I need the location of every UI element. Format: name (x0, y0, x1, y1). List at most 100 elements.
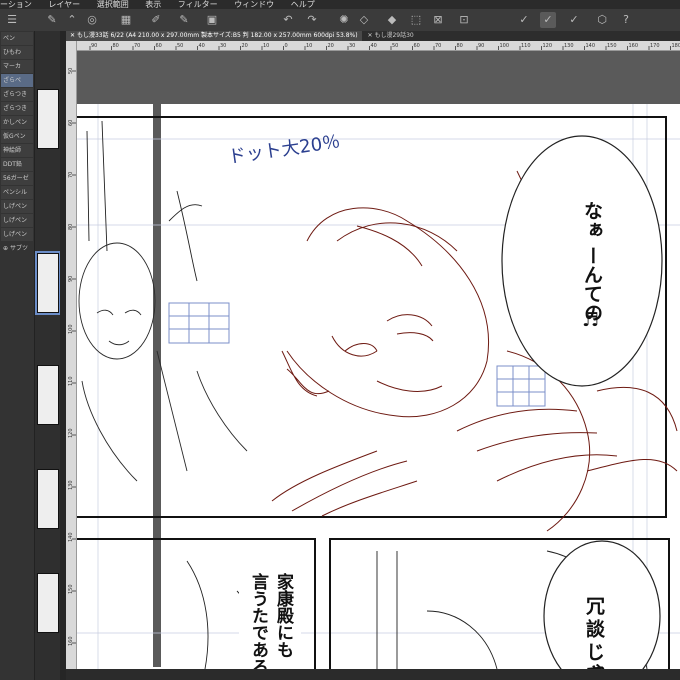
horizontal-ruler: 90 80 70 60 50 40 30 20 10 0 10 20 30 40 50 60 70 80 90 100… (76, 41, 680, 51)
brush-item[interactable]: しげペン (1, 228, 33, 241)
page-thumbnail-strip (35, 31, 61, 680)
ruler-tick-label: 140 (68, 532, 74, 542)
select-icon[interactable]: ⬚ (408, 12, 424, 28)
ruler-tick-label: 50 (392, 43, 398, 49)
page-thumbnail-current[interactable] (35, 251, 61, 315)
brush-item[interactable]: 神絵師 (1, 144, 33, 157)
document-tab-active[interactable]: ✕ もし漫33話 6/22 (A4 210.00 x 297.00mm 製本サイ… (66, 31, 362, 41)
new-canvas-icon[interactable]: ✎ (44, 12, 60, 28)
add-subtool-label: サブツ (9, 245, 28, 252)
page-thumbnail[interactable] (37, 573, 59, 633)
ruler-tick-label: 50 (68, 68, 74, 74)
ruler-tick-label: 100 (500, 43, 510, 49)
ruler-tick-label: 60 (68, 120, 74, 126)
ruler-tick-label: 20 (328, 43, 334, 49)
ruler-tick-label: 110 (521, 43, 531, 49)
speech-line: 談 (583, 618, 605, 639)
menu-icon[interactable]: ☰ (4, 12, 20, 28)
pen-tool-icon[interactable]: ✓ (540, 12, 556, 28)
ruler-tick-label: 120 (543, 43, 553, 49)
ruler-tick-label: 90 (68, 276, 74, 282)
menu-item[interactable]: 選択範囲 (97, 0, 129, 9)
brush-item[interactable]: ペン (1, 32, 33, 45)
speech-line: 冗 (583, 596, 605, 616)
menu-item[interactable]: 表示 (145, 0, 161, 9)
redo-icon[interactable]: ↷ (304, 12, 320, 28)
ruler-tick-label: 60 (156, 43, 162, 49)
ruler-tick-label: 110 (68, 376, 74, 386)
ruler-tick-labels: 50 60 70 80 90 100 110 120 130 140 150 160 (68, 68, 76, 646)
menu-item[interactable]: レイヤー (48, 0, 80, 9)
brush-item[interactable]: しげペン (1, 200, 33, 213)
subtool-palette: ペン ひもわ マーカ ざらペ ざらつき ざらつき かしペン 仮Gペン 神絵師 D… (0, 31, 35, 680)
ruler-tick-label: 70 (68, 172, 74, 178)
cube-icon[interactable]: ⬡ (594, 12, 610, 28)
page-thumbnail[interactable] (37, 89, 59, 149)
ruler-icon[interactable]: ⊡ (456, 12, 472, 28)
ruler-tick-label: 140 (586, 43, 596, 49)
brush-item[interactable]: ひもわ (1, 46, 33, 59)
brush-item[interactable]: 56ガーゼ (1, 172, 33, 185)
palette-icon[interactable]: ◎ (84, 12, 100, 28)
speech-line: なぁ (581, 201, 603, 239)
ruler-tick-label: 70 (134, 43, 140, 49)
vertical-ruler: 50 60 70 80 90 100 110 120 130 140 150 160 (66, 41, 77, 680)
brush-item[interactable]: DDT鉛 (1, 158, 33, 171)
ruler-tick-label: 30 (349, 43, 355, 49)
add-subtool-button[interactable]: ⊕ サブツ (1, 242, 33, 255)
ruler-tick-labels: 90 80 70 60 50 40 30 20 10 0 10 20 30 40 50 60 70 80 90 100… (89, 43, 680, 50)
drawing-canvas[interactable]: ドット大20％ なぁ ーんての ♬ 冗 談 じゃ て 家康殿にも 言うたであろう (77, 51, 680, 669)
ruler-tick-label: 80 (113, 43, 119, 49)
brush-item[interactable]: ざらつき (1, 102, 33, 115)
undo-icon[interactable]: ↶ (280, 12, 296, 28)
spark-icon[interactable]: ✺ (336, 12, 352, 28)
command-bar: ☰ ✎ ⌃ ◎ ▦ ✐ ✎ ▣ ↶ ↷ ✺ ◇ ◆ ⬚ ⊠ ⊡ ✓ ✓ ✓ ⬡ … (0, 9, 680, 32)
ruler-tick-label: 180 (672, 43, 680, 49)
brush-item[interactable]: マーカ (1, 60, 33, 73)
menu-item[interactable]: フィルター (178, 0, 218, 9)
menu-item[interactable]: ーション (0, 0, 32, 9)
open-icon[interactable]: ⌃ (64, 12, 80, 28)
ruler-tick-label: 100 (68, 324, 74, 334)
ruler-tick-label: 150 (607, 43, 617, 49)
menu-item[interactable]: ウィンドウ (234, 0, 274, 9)
brush-item[interactable]: ペンシル (1, 186, 33, 199)
check-icon[interactable]: ✓ (516, 12, 532, 28)
document-tab[interactable]: ✕ もし漫29話30 (364, 31, 418, 41)
menu-item[interactable]: ヘルプ (291, 0, 315, 9)
tab-label: もし漫29話30 (374, 32, 414, 39)
ruler-tick-label: 50 (177, 43, 183, 49)
ruler-tick-label: 60 (414, 43, 420, 49)
ruler-tick-label: 80 (457, 43, 463, 49)
clear-icon[interactable]: ⊠ (430, 12, 446, 28)
brush-item[interactable]: 仮Gペン (1, 130, 33, 143)
smudge-icon[interactable]: ✓ (566, 12, 582, 28)
ruler-tick-label: 130 (68, 480, 74, 490)
document-tabs: ✕ もし漫33話 6/22 (A4 210.00 x 297.00mm 製本サイ… (66, 31, 680, 41)
help-icon[interactable]: ? (618, 12, 634, 28)
layer-icon[interactable]: ▣ (204, 12, 220, 28)
speech-note: ♬ (582, 309, 599, 331)
brush-item[interactable]: ざらつき (1, 88, 33, 101)
ruler-tick-label: 10 (263, 43, 269, 49)
ruler-tick-label: 170 (650, 43, 660, 49)
pen-icon[interactable]: ✐ (148, 12, 164, 28)
brush-item-selected[interactable]: ざらペ (1, 74, 33, 87)
ruler-tick-label: 70 (435, 43, 441, 49)
brush-item[interactable]: かしペン (1, 116, 33, 129)
ruler-tick-label: 90 (91, 43, 97, 49)
status-bar (66, 669, 680, 680)
manga-page[interactable]: ドット大20％ なぁ ーんての ♬ 冗 談 じゃ て 家康殿にも 言うたであろう (77, 51, 680, 669)
ruler-tick-label: 30 (220, 43, 226, 49)
transform-icon[interactable]: ◇ (356, 12, 372, 28)
page-thumbnail[interactable] (37, 469, 59, 529)
speech-text-bottom: 冗 談 じゃ て (583, 596, 605, 669)
ruler-tick-label: 160 (68, 636, 74, 646)
brush-item[interactable]: しげペン (1, 214, 33, 227)
ruler-ticks-vertical: 50 60 70 80 90 100 110 120 130 140 150 160 (68, 68, 76, 646)
grid-icon[interactable]: ▦ (118, 12, 134, 28)
brush-icon[interactable]: ✎ (176, 12, 192, 28)
ruler-tick-label: 80 (68, 224, 74, 230)
page-thumbnail[interactable] (37, 365, 59, 425)
fill-icon[interactable]: ◆ (384, 12, 400, 28)
